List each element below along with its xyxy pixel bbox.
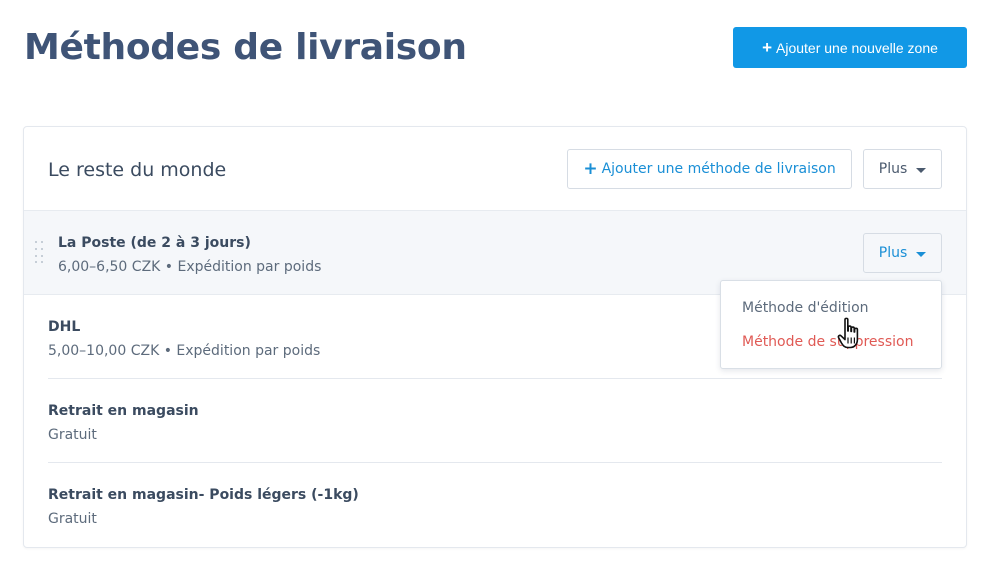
- method-row[interactable]: Retrait en magasin Gratuit: [48, 401, 199, 445]
- divider: [48, 378, 942, 379]
- add-method-button-label: Ajouter une méthode de livraison: [601, 161, 836, 177]
- divider: [48, 462, 942, 463]
- edit-method-menu-item[interactable]: Méthode d'édition: [742, 298, 869, 318]
- add-method-button[interactable]: + Ajouter une méthode de livraison: [567, 149, 852, 189]
- method-name: Retrait en magasin- Poids légers (-1kg): [48, 487, 359, 503]
- zone-header: Le reste du monde + Ajouter une méthode …: [24, 127, 966, 211]
- method-description: 6,00–6,50 CZK • Expédition par poids: [58, 259, 322, 275]
- caret-down-icon: [916, 167, 927, 173]
- method-description: Gratuit: [48, 427, 97, 443]
- add-zone-button[interactable]: + Ajouter une nouvelle zone: [733, 27, 967, 68]
- method-actions-dropdown: Méthode d'édition Méthode de suppression: [720, 280, 942, 369]
- drag-handle-icon[interactable]: [35, 241, 45, 265]
- caret-down-icon: [916, 251, 927, 257]
- method-row[interactable]: Retrait en magasin- Poids légers (-1kg) …: [48, 485, 359, 529]
- plus-icon: +: [583, 158, 598, 179]
- zone-more-button-label: Plus: [878, 161, 908, 177]
- method-info: La Poste (de 2 à 3 jours) 6,00–6,50 CZK …: [58, 233, 321, 277]
- plus-icon: +: [762, 38, 773, 57]
- hand-pointer-icon: [837, 317, 859, 349]
- method-more-button-label: Plus: [878, 245, 908, 261]
- method-description: Gratuit: [48, 511, 97, 527]
- method-name: La Poste (de 2 à 3 jours): [58, 235, 251, 251]
- method-name: DHL: [48, 319, 81, 335]
- method-name: Retrait en magasin: [48, 403, 199, 419]
- page-title: Méthodes de livraison: [24, 27, 467, 68]
- method-more-button[interactable]: Plus: [863, 233, 942, 273]
- method-row[interactable]: DHL 5,00–10,00 CZK • Expédition par poid…: [48, 317, 320, 361]
- method-description: 5,00–10,00 CZK • Expédition par poids: [48, 343, 321, 359]
- zone-more-button[interactable]: Plus: [863, 149, 942, 189]
- delete-method-menu-item[interactable]: Méthode de suppression: [742, 332, 913, 352]
- add-zone-button-label: Ajouter une nouvelle zone: [776, 39, 938, 56]
- zone-title: Le reste du monde: [48, 159, 227, 181]
